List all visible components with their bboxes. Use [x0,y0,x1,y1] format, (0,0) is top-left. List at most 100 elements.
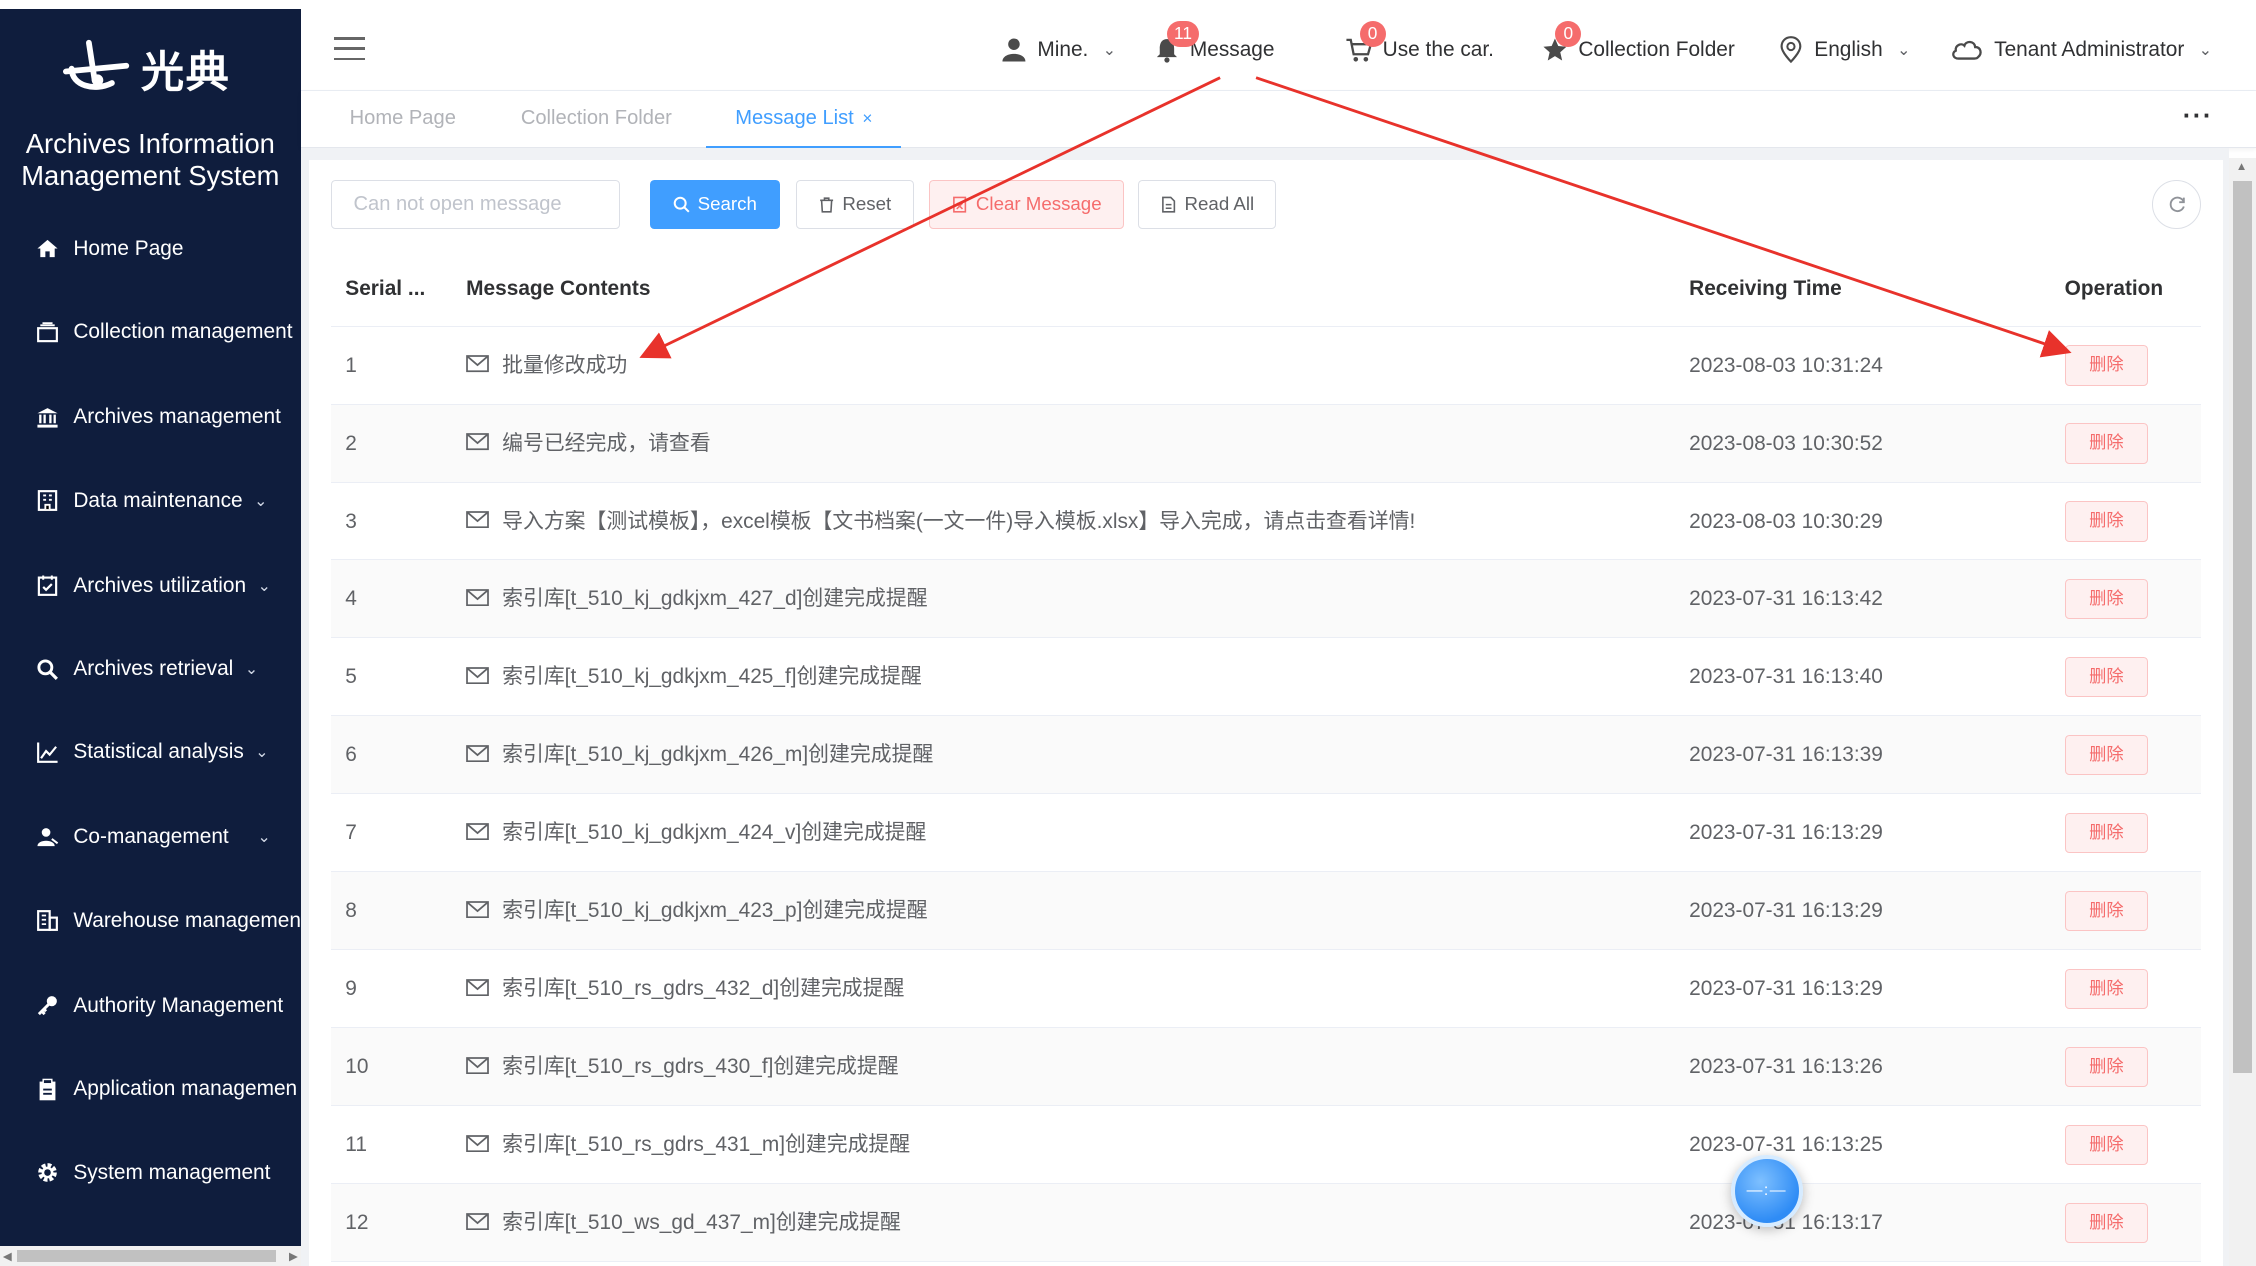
hamburger-menu-icon[interactable] [333,37,366,61]
scroll-left-icon[interactable]: ◀ [3,1249,12,1263]
delete-button[interactable]: 删除 [2064,969,2149,1010]
bell-icon: 11 [1152,20,1200,64]
sidebar-item-archives[interactable]: Archives management [0,388,301,446]
chevron-down-icon: ⌄ [1102,41,1116,59]
message-content-cell[interactable]: 索引库[t_510_kj_gdkjxm_425_f]创建完成提醒 [466,638,922,716]
user-icon [1000,35,1029,64]
message-content-cell[interactable]: 索引库[t_510_kj_gdkjxm_426_m]创建完成提醒 [466,716,933,794]
floating-widget-button[interactable]: —:— [1730,1155,1803,1228]
delete-button[interactable]: 删除 [2064,735,2149,776]
close-icon[interactable]: × [862,108,872,128]
language-dropdown[interactable]: English ⌄ [1777,9,1910,91]
top-header: Mine. ⌄ 11 Message 0 Use the car. 0 Coll… [300,8,2256,91]
delete-button[interactable]: 删除 [2064,1047,2149,1088]
sidebar-item-application[interactable]: Application managemen [0,1060,301,1118]
delete-button[interactable]: 删除 [2064,501,2149,542]
user-dropdown[interactable]: Tenant Administrator ⌄ [1948,9,2212,91]
use-car-menu[interactable]: 0 Use the car. [1345,9,1494,91]
tabs-bar: Home Page Collection Folder Message List… [300,90,2256,149]
sidebar-item-data-maintenance[interactable]: Data maintenance ⌄ [0,472,301,530]
sidebar-item-archives-utilization[interactable]: Archives utilization ⌄ [0,557,301,615]
message-content-cell[interactable]: 索引库[t_510_rs_gdrs_432_d]创建完成提醒 [466,950,904,1028]
user-label: Tenant Administrator [1994,37,2185,61]
reset-button[interactable]: Reset [795,179,914,229]
tab-label: Collection Folder [520,106,672,129]
sidebar-item-archives-retrieval[interactable]: Archives retrieval ⌄ [0,640,301,698]
scroll-right-icon[interactable]: ▶ [289,1249,298,1263]
message-content-cell[interactable]: 索引库[t_510_kj_gdkjxm_424_v]创建完成提醒 [466,794,926,872]
serial-cell: 10 [345,1055,369,1079]
collection-folder-label: Collection Folder [1578,37,1735,61]
app-root: 光典 Archives Information Management Syste… [0,0,2256,1266]
collection-folder-menu[interactable]: 0 Collection Folder [1541,9,1735,91]
more-options-icon[interactable]: ··· [2183,102,2213,131]
serial-cell: 7 [345,821,357,845]
delete-button[interactable]: 删除 [2064,579,2149,620]
delete-button[interactable]: 删除 [2064,891,2149,932]
search-input[interactable] [330,179,621,229]
message-content-cell[interactable]: 索引库[t_510_ws_gd_437_m]创建完成提醒 [466,1184,901,1262]
receiving-time-cell: 2023-07-31 16:13:40 [1689,665,1883,689]
delete-button[interactable]: 删除 [2064,1202,2149,1244]
collection-icon [35,319,61,345]
sidebar-item-co-management[interactable]: Co-management ⌄ [0,809,301,867]
scroll-up-icon[interactable]: ▲ [2236,161,2247,173]
mail-icon [466,1057,490,1075]
reset-label: Reset [842,193,892,215]
gear-icon [35,1160,61,1186]
refresh-button[interactable] [2152,179,2202,229]
message-content-cell[interactable]: 编号已经完成，请查看 [466,405,711,483]
tab-home-page[interactable]: Home Page [350,91,456,149]
column-header-serial[interactable]: Serial ... [345,252,425,327]
delete-button[interactable]: 删除 [2064,657,2149,698]
message-content-cell[interactable]: 索引库[t_510_rs_gdrs_430_f]创建完成提醒 [466,1028,899,1106]
message-label: Message [1189,37,1275,61]
cloud-avatar-icon [1948,35,1985,64]
sidebar-item-statistical-analysis[interactable]: Statistical analysis ⌄ [0,724,301,782]
tab-collection-folder[interactable]: Collection Folder [521,91,672,149]
column-header-contents[interactable]: Message Contents [466,252,650,327]
delete-button[interactable]: 删除 [2064,1124,2149,1166]
delete-button[interactable]: 删除 [2064,813,2149,854]
search-button[interactable]: Search [650,179,780,229]
tab-message-list[interactable]: Message List × [706,91,902,149]
system-title-line2: Management System [21,159,280,191]
scrollbar-thumb[interactable] [2233,181,2252,1074]
serial-cell: 11 [345,1133,367,1157]
clear-message-button[interactable]: Clear Message [929,179,1124,229]
message-menu[interactable]: 11 Message [1152,9,1275,91]
sidebar-item-authority[interactable]: Authority Management [0,977,301,1035]
sidebar-item-warehouse[interactable]: Warehouse managemen [0,892,301,950]
table-row: 4 索引库[t_510_kj_gdkjxm_427_d]创建完成提醒 2023-07… [330,560,2202,639]
sidebar-horizontal-scrollbar[interactable]: ◀ ▶ [0,1245,301,1266]
column-header-operation[interactable]: Operation [2065,252,2164,327]
scrollbar-thumb[interactable] [17,1250,277,1262]
read-all-button[interactable]: Read All [1138,179,1277,229]
logo-mark-icon [63,40,130,91]
message-text: 索引库[t_510_rs_gdrs_430_f]创建完成提醒 [502,1055,899,1079]
message-content-cell[interactable]: 索引库[t_510_kj_gdkjxm_427_d]创建完成提醒 [466,560,928,638]
column-header-time[interactable]: Receiving Time [1689,252,1842,327]
language-label: English [1814,37,1883,61]
delete-button[interactable]: 删除 [2064,423,2149,464]
delete-button[interactable]: 删除 [2064,345,2149,386]
message-text: 编号已经完成，请查看 [502,431,711,455]
mail-icon [466,1213,490,1231]
warehouse-icon [35,908,61,934]
message-text: 批量修改成功 [502,353,628,377]
mail-icon [466,979,490,997]
message-content-cell[interactable]: 导入方案【测试模板】，excel模板【文书档案(一文一件)导入模板.xlsx】导… [466,483,1415,561]
message-text: 导入方案【测试模板】，excel模板【文书档案(一文一件)导入模板.xlsx】导… [502,509,1416,533]
message-content-cell[interactable]: 批量修改成功 [466,327,627,405]
sidebar-item-label: Data maintenance [73,488,243,512]
sidebar-item-home[interactable]: Home Page [0,220,301,278]
message-content-cell[interactable]: 索引库[t_510_rs_gdrs_431_m]创建完成提醒 [466,1106,910,1184]
message-content-cell[interactable]: 索引库[t_510_kj_gdkjxm_423_p]创建完成提醒 [466,872,928,950]
location-pin-icon [1777,35,1806,64]
table-row: 10 索引库[t_510_rs_gdrs_430_f]创建完成提醒 2023-07-… [330,1028,2202,1107]
page-vertical-scrollbar[interactable]: ▲ [2228,158,2256,1266]
top-strip [0,0,2256,9]
sidebar-item-collection[interactable]: Collection management [0,304,301,362]
mine-dropdown[interactable]: Mine. ⌄ [1000,9,1116,91]
sidebar-item-system[interactable]: System management [0,1144,301,1202]
